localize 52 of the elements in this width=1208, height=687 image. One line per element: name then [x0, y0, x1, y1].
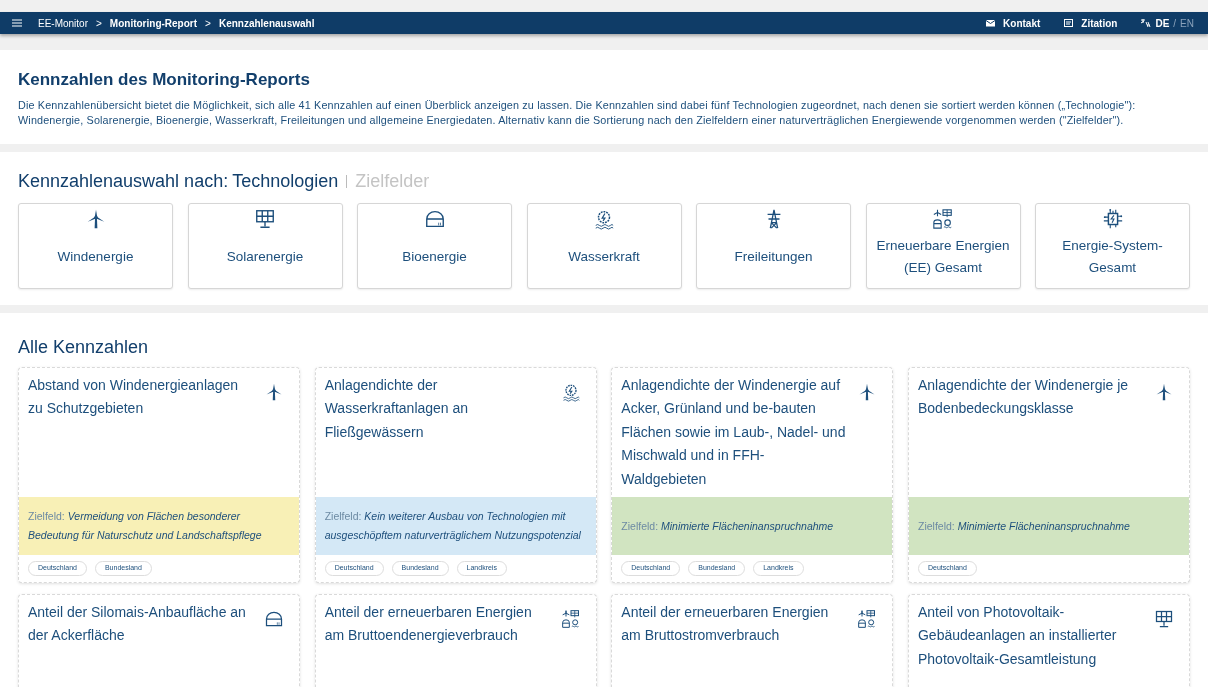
breadcrumb-link[interactable]: EE-Monitor — [38, 15, 88, 31]
goal-field: Zielfeld: Vermeidung von Flächen besonderer Bedeutung für Naturschutz und Landschaftspflege — [19, 497, 299, 556]
translate-icon — [1141, 19, 1152, 27]
energy-mix-icon — [560, 609, 581, 629]
contact-link[interactable]: Kontakt — [986, 15, 1041, 31]
technology-button[interactable]: Freileitungen — [696, 203, 851, 290]
goal-field: Zielfeld: Minimierte Flächeninanspruchnahme — [908, 497, 1189, 556]
indicator-card[interactable]: Anteil der erneuerbaren Energien am Bruttostromverbrauch — [611, 594, 894, 687]
dome-icon — [264, 609, 284, 629]
breadcrumb-link[interactable]: Kennzahlenauswahl — [218, 15, 315, 31]
indicator-card[interactable]: Anteil der Silomais-Anbaufläche an der Ackerfläche — [18, 594, 300, 687]
card-title: Anlagendichte der Windenergie auf Acker, Grünland und be-bauten Flächen sowie im Laub-, Nadel- und Mischwald und in FFH-Waldgebieten — [621, 376, 847, 489]
menu-icon[interactable] — [12, 19, 22, 27]
section-heading: Alle Kennzahlen — [18, 337, 150, 359]
breadcrumb-link[interactable]: Monitoring-Report — [109, 15, 198, 31]
chip-icon — [1101, 208, 1124, 231]
technology-button[interactable]: Energie-System-Gesamt — [1035, 203, 1190, 290]
technology-button[interactable]: Bioenergie — [357, 203, 512, 290]
water-turbine-icon — [593, 208, 615, 231]
solar-panel-icon — [1153, 609, 1174, 629]
section-heading: Kennzahlenauswahl nach: — [18, 170, 229, 194]
language-option[interactable]: EN — [1180, 15, 1194, 31]
card-title: Anlagendichte der Windenergie je Bodenbedeckungsklasse — [917, 376, 1130, 419]
indicator-card[interactable]: Anteil der erneuerbaren Energien am Bruttoendenergieverbrauch — [314, 594, 597, 687]
card-title: Anteil der erneuerbaren Energien am Bruttostromverbrauch — [621, 603, 830, 646]
language-separator: / — [1173, 16, 1177, 31]
card-title: Anteil der erneuerbaren Energien am Bruttoendenergieverbrauch — [324, 603, 533, 646]
breadcrumb-separator: > — [205, 16, 211, 31]
citation-link[interactable]: Zitation — [1064, 15, 1118, 31]
card-title: Abstand von Windenergieanlagen zu Schutzgebieten — [28, 376, 240, 419]
indicator-card[interactable] — [611, 367, 894, 583]
document-icon — [1064, 19, 1074, 27]
page-title: Kennzahlen des Monitoring-Reports — [18, 69, 311, 91]
energy-mix-icon — [932, 208, 954, 231]
envelope-icon — [986, 19, 996, 27]
technology-button[interactable]: Windenergie — [18, 203, 173, 290]
goal-field: Zielfeld: Kein weiterer Ausbau von Technologien mit ausgeschöpftem naturverträglichem Nutzungspotenzial — [315, 497, 596, 556]
technology-button[interactable]: Erneuerbare Energien (EE) Gesamt — [865, 203, 1021, 290]
card-title: Anlagendichte der Wasserkraftanlagen an Fließgewässern — [324, 376, 470, 442]
technology-button[interactable]: Wasserkraft — [526, 203, 682, 290]
card-title: Anteil der Silomais-Anbaufläche an der Ackerfläche — [28, 603, 247, 646]
water-turbine-icon — [560, 382, 581, 402]
sort-toggle[interactable]: Technologien — [232, 168, 339, 196]
intro-paragraph: Die Kennzahlenübersicht bietet die Möglichkeit, sich alle 41 Kennzahlen auf einen Überblick anzeigen zu lassen. Die Kennzahlen sind dabei fünf Technologien zugeordnet, nach denen sie sortiert werden können („Technologie"): Windenergie, Solarenergie, Bioenergie, Wasserkraft, Freileitungen und allgemeine Energiedaten. Alternativ kann die Sortierung nach den Zielfeldern einer naturverträglichen Energiewende vorgenommen werden ("Zielfelder"). — [18, 98, 1137, 129]
breadcrumb-separator: > — [96, 16, 102, 31]
solar-panel-icon — [254, 208, 276, 231]
energy-mix-icon — [857, 609, 878, 629]
goal-field: Zielfeld: Minimierte Flächeninanspruchnahme — [612, 497, 893, 556]
technology-button[interactable]: Solarenergie — [187, 203, 343, 290]
card-title: Anteil von Photovoltaik-Gebäudeanlagen an installierter Photovoltaik-Gesamtleistung — [917, 603, 1118, 669]
indicator-card[interactable]: Anteil von Photovoltaik-Gebäudeanlagen an installierter Photovoltaik-Gesamtleistung — [907, 594, 1190, 687]
language-option[interactable]: DE — [1155, 15, 1170, 31]
